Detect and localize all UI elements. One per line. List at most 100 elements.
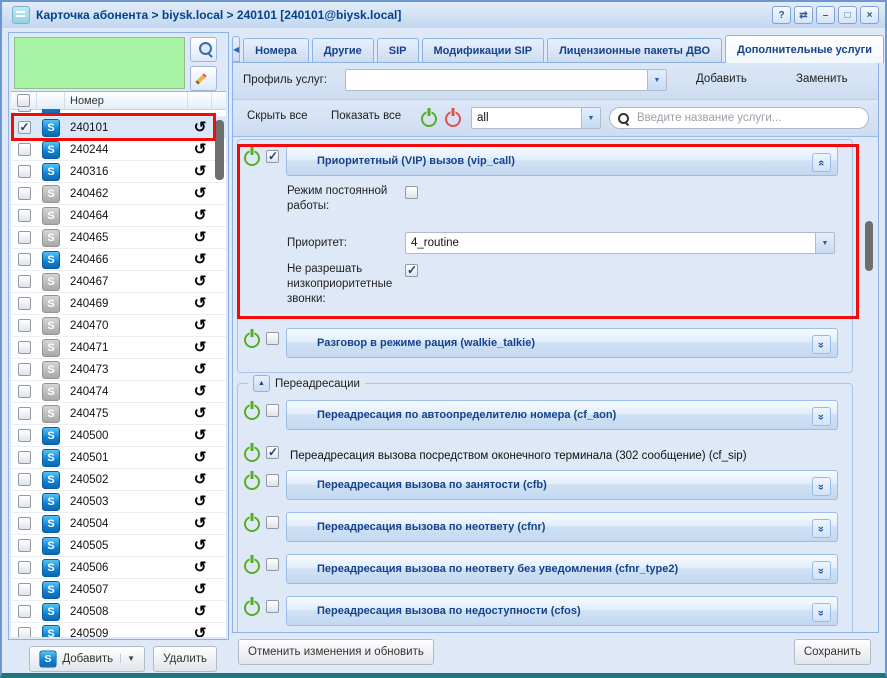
table-row[interactable]: S240501↺ xyxy=(11,447,226,469)
history-icon[interactable]: ↺ xyxy=(194,165,207,179)
history-icon[interactable]: ↺ xyxy=(194,561,207,575)
table-row[interactable]: S240316↺ xyxy=(11,161,226,183)
table-row[interactable]: S240506↺ xyxy=(11,557,226,579)
expand-button[interactable]: « xyxy=(812,603,831,622)
profile-replace-button[interactable]: Заменить xyxy=(796,73,848,85)
fieldset-collapse-button[interactable]: ▲ xyxy=(253,375,270,392)
row-checkbox[interactable] xyxy=(18,473,31,486)
history-icon[interactable]: ↺ xyxy=(194,583,207,597)
grid-scrollbar-thumb[interactable] xyxy=(215,120,224,180)
walkie-enabled-checkbox[interactable] xyxy=(266,332,279,345)
row-checkbox[interactable] xyxy=(18,187,31,200)
row-checkbox[interactable] xyxy=(18,363,31,376)
tab-дополнительные-услуги[interactable]: Дополнительные услуги xyxy=(725,35,884,63)
enable-all-power-icon[interactable] xyxy=(421,111,437,127)
table-row[interactable]: S240464↺ xyxy=(11,205,226,227)
row-checkbox[interactable] xyxy=(18,385,31,398)
content-scrollbar-thumb[interactable] xyxy=(865,221,873,271)
select-all-checkbox[interactable] xyxy=(17,94,30,107)
row-checkbox[interactable] xyxy=(18,517,31,530)
history-icon[interactable]: ↺ xyxy=(194,275,207,289)
table-row[interactable]: S240504↺ xyxy=(11,513,226,535)
tab-номера[interactable]: Номера xyxy=(243,38,309,62)
delete-subscriber-button[interactable]: Удалить xyxy=(153,646,217,672)
table-row[interactable]: S240467↺ xyxy=(11,271,226,293)
row-checkbox[interactable] xyxy=(18,341,31,354)
filter-combo-trigger[interactable]: ▼ xyxy=(581,108,600,128)
history-icon[interactable]: ↺ xyxy=(194,539,207,553)
row-checkbox[interactable] xyxy=(18,319,31,332)
row-checkbox[interactable] xyxy=(18,539,31,552)
expand-button[interactable]: « xyxy=(812,477,831,496)
service-header[interactable]: Переадресация вызова по занятости (cfb)« xyxy=(286,470,838,500)
collapse-button[interactable]: « xyxy=(812,153,831,172)
expand-button[interactable]: « xyxy=(812,561,831,580)
table-row[interactable]: S240466↺ xyxy=(11,249,226,271)
disable-all-power-icon[interactable] xyxy=(445,111,461,127)
history-icon[interactable]: ↺ xyxy=(194,363,207,377)
service-enabled-checkbox[interactable] xyxy=(266,600,279,613)
vip-enabled-checkbox[interactable] xyxy=(266,150,279,163)
service-power-icon[interactable] xyxy=(244,404,260,420)
history-icon[interactable]: ↺ xyxy=(194,627,207,638)
vip-deny-low-priority-checkbox[interactable] xyxy=(405,264,418,277)
tab-модификации-sip[interactable]: Модификации SIP xyxy=(422,38,545,62)
row-checkbox[interactable] xyxy=(18,121,31,134)
table-row[interactable]: S240474↺ xyxy=(11,381,226,403)
walkie-service-header[interactable]: Разговор в режиме рация (walkie_talkie) … xyxy=(286,328,838,358)
row-checkbox[interactable] xyxy=(18,627,31,637)
expand-button[interactable]: « xyxy=(812,519,831,538)
tab-scroll-left-button[interactable]: ◀ xyxy=(232,36,240,62)
cancel-and-refresh-button[interactable]: Отменить изменения и обновить xyxy=(238,639,434,665)
row-checkbox[interactable] xyxy=(18,143,31,156)
number-column-header[interactable]: Номер xyxy=(65,92,188,109)
history-icon[interactable]: ↺ xyxy=(194,473,207,487)
tab-другие[interactable]: Другие xyxy=(312,38,374,62)
history-icon[interactable]: ↺ xyxy=(194,451,207,465)
table-row[interactable]: S240503↺ xyxy=(11,491,226,513)
table-row[interactable]: S240101↺ xyxy=(11,117,226,139)
table-row[interactable]: S240507↺ xyxy=(11,579,226,601)
refresh-button[interactable]: ⇄ xyxy=(794,6,813,24)
table-row[interactable]: S240502↺ xyxy=(11,469,226,491)
history-icon[interactable]: ↺ xyxy=(194,209,207,223)
filter-note-area[interactable] xyxy=(14,37,185,89)
history-icon[interactable]: ↺ xyxy=(194,517,207,531)
service-power-icon[interactable] xyxy=(244,474,260,490)
service-enabled-checkbox[interactable] xyxy=(266,446,279,459)
table-row[interactable]: S240500↺ xyxy=(11,425,226,447)
service-power-icon[interactable] xyxy=(244,558,260,574)
profile-combo[interactable]: ▼ xyxy=(345,69,667,91)
hide-all-button[interactable]: Скрыть все xyxy=(247,110,308,122)
row-checkbox[interactable] xyxy=(18,231,31,244)
history-icon[interactable]: ↺ xyxy=(194,297,207,311)
vip-service-header[interactable]: Приоритетный (VIP) вызов (vip_call) « xyxy=(286,146,838,176)
row-checkbox[interactable] xyxy=(18,209,31,222)
search-button[interactable] xyxy=(190,37,217,62)
history-icon[interactable]: ↺ xyxy=(194,253,207,267)
row-checkbox[interactable] xyxy=(18,495,31,508)
help-button[interactable]: ? xyxy=(772,6,791,24)
service-search-field[interactable] xyxy=(609,107,869,129)
history-icon[interactable]: ↺ xyxy=(194,385,207,399)
history-icon[interactable]: ↺ xyxy=(194,341,207,355)
profile-add-button[interactable]: Добавить xyxy=(696,73,747,85)
row-checkbox[interactable] xyxy=(18,429,31,442)
vip-priority-trigger[interactable]: ▼ xyxy=(815,233,834,253)
table-row[interactable]: S240505↺ xyxy=(11,535,226,557)
save-button[interactable]: Сохранить xyxy=(794,639,871,665)
filter-combo[interactable]: all ▼ xyxy=(471,107,601,129)
service-power-icon[interactable] xyxy=(244,600,260,616)
service-power-icon[interactable] xyxy=(244,446,260,462)
history-icon[interactable]: ↺ xyxy=(194,407,207,421)
row-checkbox[interactable] xyxy=(18,253,31,266)
table-row[interactable]: S240462↺ xyxy=(11,183,226,205)
history-icon[interactable]: ↺ xyxy=(194,187,207,201)
tab-sip[interactable]: SIP xyxy=(377,38,419,62)
vip-permanent-mode-checkbox[interactable] xyxy=(405,186,418,199)
table-row[interactable]: S240471↺ xyxy=(11,337,226,359)
profile-combo-trigger[interactable]: ▼ xyxy=(647,70,666,90)
service-header[interactable]: Переадресация вызова по неответу (cfnr)« xyxy=(286,512,838,542)
vip-power-icon[interactable] xyxy=(244,150,260,166)
row-checkbox[interactable] xyxy=(18,605,31,618)
